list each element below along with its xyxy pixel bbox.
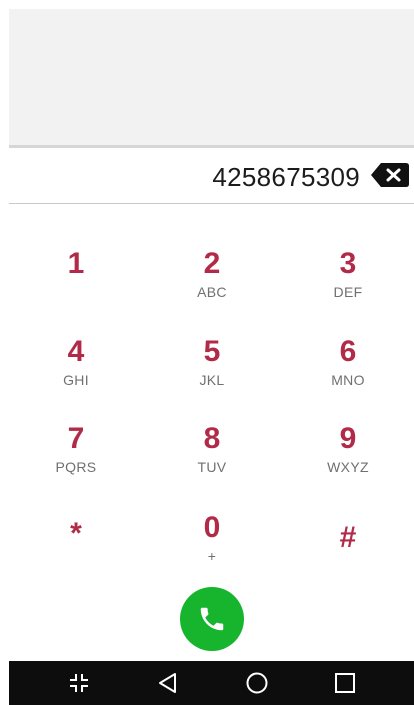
key-digit: 9: [339, 422, 357, 455]
key-5[interactable]: 5 JKL: [157, 335, 267, 415]
key-star[interactable]: *: [21, 517, 131, 597]
key-2[interactable]: 2 ABC: [157, 247, 267, 327]
key-letters: TUV: [197, 459, 227, 475]
key-letters: DEF: [333, 284, 363, 300]
key-digit: 8: [203, 422, 221, 455]
key-6[interactable]: 6 MNO: [293, 335, 403, 415]
key-9[interactable]: 9 WXYZ: [293, 422, 403, 502]
phone-icon: [200, 607, 224, 631]
key-digit: 0: [203, 511, 221, 544]
key-digit: 1: [67, 247, 85, 280]
key-letters: PQRS: [55, 459, 97, 475]
key-0[interactable]: 0 +: [157, 511, 267, 591]
key-letters: JKL: [199, 372, 225, 388]
recents-icon: [335, 673, 355, 693]
key-digit: 4: [67, 335, 85, 368]
dialer-header-area: [9, 9, 414, 148]
backspace-icon: [371, 163, 409, 187]
key-digit: 6: [339, 335, 357, 368]
back-icon: [159, 673, 176, 693]
key-1[interactable]: 1: [21, 247, 131, 327]
backspace-button[interactable]: [370, 161, 410, 189]
key-letters: +: [207, 548, 217, 564]
key-letters: GHI: [63, 372, 89, 388]
key-letters: ABC: [197, 284, 227, 300]
key-3[interactable]: 3 DEF: [293, 247, 403, 327]
key-digit: 7: [67, 422, 85, 455]
key-letters: MNO: [331, 372, 365, 388]
number-row: 4258675309: [9, 148, 414, 204]
key-digit: *: [70, 517, 82, 550]
call-button[interactable]: [180, 587, 244, 651]
dialer-screen: 4258675309 1 2 ABC 3 DEF 4 GHI 5 JKL 6 M…: [9, 9, 414, 705]
home-button[interactable]: [237, 667, 277, 699]
home-icon: [246, 672, 268, 694]
system-navigation-bar: [9, 661, 414, 705]
collapse-icon: [70, 674, 88, 692]
key-digit: 2: [203, 247, 221, 280]
key-digit: 3: [339, 247, 357, 280]
recents-button[interactable]: [325, 667, 365, 699]
key-digit: 5: [203, 335, 221, 368]
key-7[interactable]: 7 PQRS: [21, 422, 131, 502]
key-4[interactable]: 4 GHI: [21, 335, 131, 415]
dialed-number-field[interactable]: 4258675309: [212, 162, 360, 193]
collapse-button[interactable]: [59, 667, 99, 699]
key-8[interactable]: 8 TUV: [157, 422, 267, 502]
key-digit: #: [339, 521, 357, 554]
key-hash[interactable]: #: [293, 521, 403, 601]
back-button[interactable]: [148, 667, 188, 699]
key-letters: WXYZ: [327, 459, 369, 475]
